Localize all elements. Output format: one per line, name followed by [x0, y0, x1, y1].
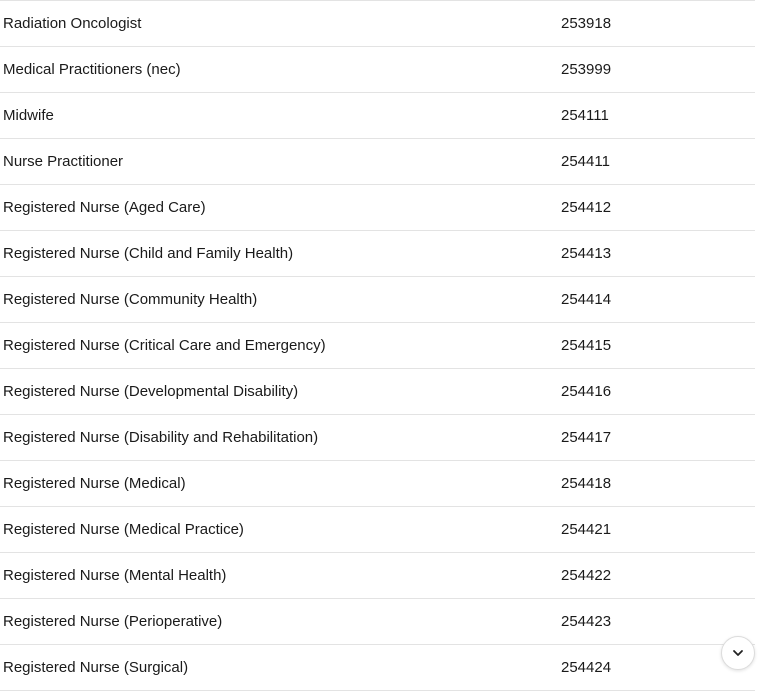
table-row: Midwife 254111	[0, 93, 755, 139]
occupation-code: 254417	[561, 429, 612, 446]
occupation-code: 254418	[561, 475, 612, 492]
occupation-title: Registered Nurse (Community Health)	[3, 291, 258, 308]
occupation-code: 254416	[561, 383, 612, 400]
table-row: Registered Nurse (Developmental Disabili…	[0, 369, 755, 415]
table-row: Medical Practitioners (nec) 253999	[0, 47, 755, 93]
table-row: Registered Nurse (Perioperative) 254423	[0, 599, 755, 645]
occupation-title: Midwife	[3, 107, 54, 124]
table-row: Registered Nurse (Child and Family Healt…	[0, 231, 755, 277]
occupation-title: Radiation Oncologist	[3, 15, 142, 32]
occupation-title: Registered Nurse (Critical Care and Emer…	[3, 337, 326, 354]
occupation-code: 254423	[561, 613, 612, 630]
occupation-title: Registered Nurse (Child and Family Healt…	[3, 245, 294, 262]
table-row: Registered Nurse (Disability and Rehabil…	[0, 415, 755, 461]
occupation-code: 254414	[561, 291, 612, 308]
occupation-title: Registered Nurse (Developmental Disabili…	[3, 383, 299, 400]
occupation-code: 254411	[561, 153, 610, 170]
table-row: Nurse Practitioner 254411	[0, 139, 755, 185]
table-row: Registered Nurse (Surgical) 254424	[0, 645, 755, 691]
occupation-code: 253918	[561, 15, 612, 32]
table-row: Registered Nurse (Aged Care) 254412	[0, 185, 755, 231]
occupation-title: Registered Nurse (Surgical)	[3, 659, 189, 676]
occupation-table: Radiation Oncologist 253918 Medical Prac…	[0, 0, 755, 691]
table-row: Registered Nurse (Mental Health) 254422	[0, 553, 755, 599]
occupation-code: 254413	[561, 245, 612, 262]
occupation-code: 254422	[561, 567, 612, 584]
occupation-title: Registered Nurse (Perioperative)	[3, 613, 223, 630]
occupation-code: 254111	[561, 107, 609, 124]
occupation-title: Registered Nurse (Medical Practice)	[3, 521, 244, 538]
occupation-title: Medical Practitioners (nec)	[3, 61, 181, 78]
occupation-title: Registered Nurse (Disability and Rehabil…	[3, 429, 319, 446]
table-row: Registered Nurse (Medical) 254418	[0, 461, 755, 507]
occupation-title: Registered Nurse (Medical)	[3, 475, 186, 492]
occupation-title: Registered Nurse (Mental Health)	[3, 567, 227, 584]
chevron-down-icon	[733, 650, 743, 656]
table-row: Registered Nurse (Medical Practice) 2544…	[0, 507, 755, 553]
occupation-code: 254412	[561, 199, 612, 216]
occupation-code: 254424	[561, 659, 612, 676]
table-row: Registered Nurse (Critical Care and Emer…	[0, 323, 755, 369]
occupation-code: 254415	[561, 337, 612, 354]
scroll-down-button[interactable]	[721, 636, 755, 670]
table-row: Radiation Oncologist 253918	[0, 1, 755, 47]
occupation-title: Nurse Practitioner	[3, 153, 124, 170]
occupation-code: 254421	[561, 521, 612, 538]
table-row: Registered Nurse (Community Health) 2544…	[0, 277, 755, 323]
occupation-code: 253999	[561, 61, 612, 78]
occupation-title: Registered Nurse (Aged Care)	[3, 199, 206, 216]
